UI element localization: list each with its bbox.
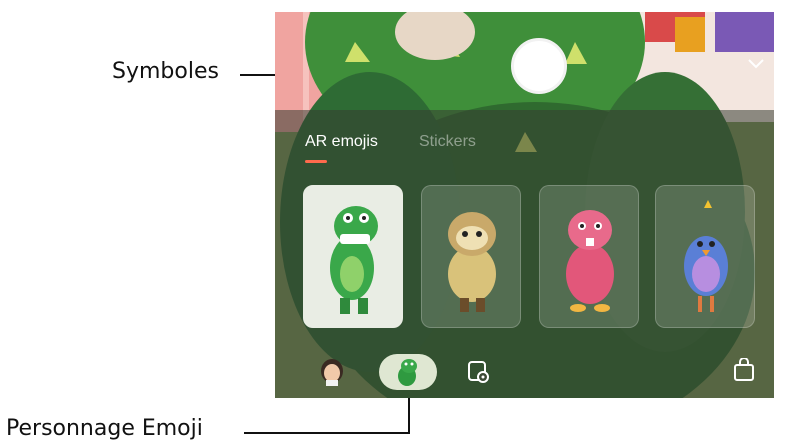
callout-symboles: Symboles bbox=[112, 59, 219, 84]
pink-beaver-emoji-icon bbox=[566, 210, 614, 312]
tab-active-indicator bbox=[305, 160, 327, 163]
emoji-card-beaver[interactable] bbox=[539, 185, 639, 328]
blue-bird-emoji-icon bbox=[684, 200, 728, 312]
emoji-card-bird[interactable] bbox=[655, 185, 755, 328]
emoji-card-dino[interactable] bbox=[303, 185, 403, 328]
green-dino-emoji-icon bbox=[330, 206, 378, 314]
store-bag-icon[interactable] bbox=[733, 358, 755, 382]
tab-stickers[interactable]: Stickers bbox=[419, 133, 476, 151]
callout-personnage-leader-h bbox=[244, 432, 410, 434]
shutter-button[interactable] bbox=[511, 38, 567, 94]
dino-emoji-icon bbox=[398, 359, 417, 386]
emoji-bottom-bar bbox=[275, 348, 774, 398]
my-emoji-avatar-icon[interactable] bbox=[319, 358, 345, 386]
sticker-settings-icon[interactable] bbox=[467, 360, 491, 384]
chevron-down-icon[interactable] bbox=[747, 58, 765, 70]
dino-emoji-button[interactable] bbox=[379, 354, 437, 390]
callout-personnage-emoji: Personnage Emoji bbox=[6, 416, 203, 441]
camera-screen: AR emojis Stickers bbox=[275, 12, 774, 398]
emoji-card-sloth[interactable] bbox=[421, 185, 521, 328]
sloth-emoji-icon bbox=[448, 212, 496, 312]
tab-ar-emojis[interactable]: AR emojis bbox=[305, 133, 378, 151]
